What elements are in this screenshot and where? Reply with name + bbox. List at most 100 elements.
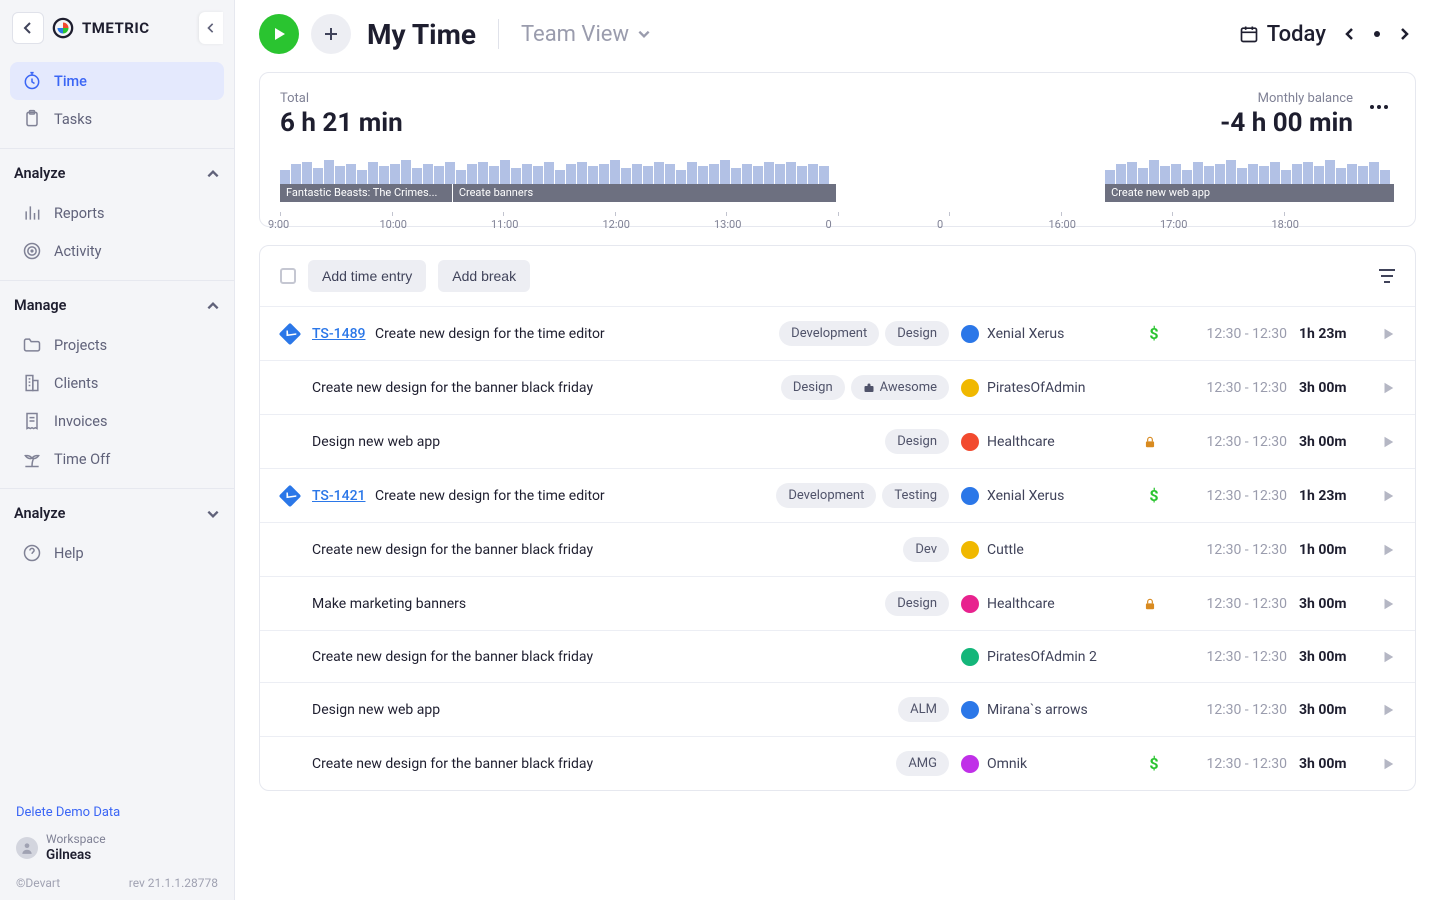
sidebar-item-label: Tasks <box>54 111 92 128</box>
sidebar-item-label: Time <box>54 73 87 90</box>
entry-title: Make marketing banners <box>312 596 466 612</box>
tag[interactable]: Design <box>885 591 949 616</box>
play-entry-button[interactable] <box>1381 381 1395 395</box>
sidebar-item-time[interactable]: Time <box>10 62 224 100</box>
sidebar-item-invoices[interactable]: Invoices <box>10 402 224 440</box>
entry-duration: 3h 00m <box>1299 649 1369 665</box>
entry-duration: 3h 00m <box>1299 434 1369 450</box>
tag[interactable]: Development <box>776 483 876 508</box>
back-button[interactable] <box>12 12 44 44</box>
today-dot-button[interactable] <box>1374 31 1380 37</box>
tag[interactable]: Development <box>779 321 879 346</box>
receipt-icon <box>22 411 42 431</box>
today-button[interactable]: Today <box>1239 22 1326 47</box>
time-entry-row[interactable]: Design new web appDesignHealthcare12:30 … <box>260 414 1415 468</box>
play-entry-button[interactable] <box>1381 757 1395 771</box>
avatar-icon <box>16 837 38 859</box>
project-name: Mirana`s arrows <box>987 702 1088 718</box>
play-entry-button[interactable] <box>1381 489 1395 503</box>
tag[interactable]: Testing <box>882 483 949 508</box>
sidebar-item-clients[interactable]: Clients <box>10 364 224 402</box>
timeline[interactable]: Fantastic Beasts: The Crimes...Create ba… <box>280 156 1395 214</box>
project-dot <box>961 433 979 451</box>
timeline-track[interactable]: Fantastic Beasts: The Crimes... <box>280 184 453 202</box>
ticket-link[interactable]: TS-1421 <box>312 488 365 504</box>
play-entry-button[interactable] <box>1381 703 1395 717</box>
project-dot <box>961 541 979 559</box>
sidebar-item-projects[interactable]: Projects <box>10 326 224 364</box>
workspace-selector[interactable]: Workspace Gilneas <box>16 832 218 864</box>
clipboard-icon <box>22 109 42 129</box>
time-entry-row[interactable]: TS-1421 Create new design for the time e… <box>260 468 1415 522</box>
sidebar-item-tasks[interactable]: Tasks <box>10 100 224 138</box>
section-analyze[interactable]: Analyze <box>0 153 234 188</box>
building-icon <box>22 373 42 393</box>
time-entry-row[interactable]: Create new design for the banner black f… <box>260 360 1415 414</box>
tag[interactable]: Awesome <box>851 375 949 400</box>
total-label: Total <box>280 91 1220 106</box>
add-button[interactable] <box>311 14 351 54</box>
timeline-track[interactable]: Create new web app <box>1105 184 1395 202</box>
sidebar-item-timeoff[interactable]: Time Off <box>10 440 224 478</box>
time-entry-row[interactable]: Design new web appALMMirana`s arrows12:3… <box>260 682 1415 736</box>
tag[interactable]: ALM <box>898 697 949 722</box>
tag[interactable]: AMG <box>896 751 949 776</box>
billable-icon: $ <box>1143 324 1165 343</box>
task-icon <box>279 322 302 345</box>
start-timer-button[interactable] <box>259 14 299 54</box>
team-view-dropdown[interactable]: Team View <box>521 22 651 47</box>
time-entry-row[interactable]: Create new design for the banner black f… <box>260 736 1415 790</box>
play-entry-button[interactable] <box>1381 435 1395 449</box>
sidebar-item-label: Reports <box>54 205 105 222</box>
sidebar-item-activity[interactable]: Activity <box>10 232 224 270</box>
project-name: Xenial Xerus <box>987 326 1064 342</box>
time-entry-row[interactable]: Make marketing bannersDesignHealthcare12… <box>260 576 1415 630</box>
timeline-track[interactable]: Create banners <box>453 184 838 202</box>
balance-value: -4 h 00 min <box>1220 108 1353 138</box>
sidebar-item-label: Clients <box>54 375 98 392</box>
copyright-text: ©Devart <box>16 876 60 890</box>
prev-day-button[interactable] <box>1338 22 1362 46</box>
add-break-button[interactable]: Add break <box>438 260 530 292</box>
entry-duration: 1h 00m <box>1299 542 1369 558</box>
ticket-link[interactable]: TS-1489 <box>312 326 365 342</box>
billable-icon: $ <box>1143 754 1165 773</box>
entries-card: Add time entry Add break TS-1489 Create … <box>259 245 1416 791</box>
select-all-checkbox[interactable] <box>280 268 296 284</box>
next-day-button[interactable] <box>1392 22 1416 46</box>
project-dot <box>961 487 979 505</box>
play-entry-button[interactable] <box>1381 597 1395 611</box>
tag[interactable]: Dev <box>903 537 949 562</box>
page-title: My Time <box>367 18 476 51</box>
sidebar-item-help[interactable]: Help <box>10 534 224 572</box>
tag[interactable]: Design <box>885 321 949 346</box>
tag[interactable]: Design <box>885 429 949 454</box>
entry-duration: 3h 00m <box>1299 380 1369 396</box>
section-analyze-2[interactable]: Analyze <box>0 493 234 528</box>
entry-times: 12:30 - 12:30 <box>1177 756 1287 772</box>
collapse-sidebar-button[interactable] <box>199 12 223 44</box>
time-entry-row[interactable]: Create new design for the banner black f… <box>260 630 1415 682</box>
add-time-entry-button[interactable]: Add time entry <box>308 260 426 292</box>
target-icon <box>22 241 42 261</box>
delete-demo-link[interactable]: Delete Demo Data <box>16 805 218 820</box>
brand-logo[interactable]: TMETRIC <box>52 17 191 39</box>
project-name: Omnik <box>987 756 1027 772</box>
billable-icon <box>1143 597 1165 611</box>
time-entry-row[interactable]: Create new design for the banner black f… <box>260 522 1415 576</box>
time-entry-row[interactable]: TS-1489 Create new design for the time e… <box>260 306 1415 360</box>
task-icon <box>279 484 302 507</box>
sidebar-item-reports[interactable]: Reports <box>10 194 224 232</box>
section-manage[interactable]: Manage <box>0 285 234 320</box>
workspace-label: Workspace <box>46 832 106 847</box>
more-button[interactable] <box>1363 91 1395 123</box>
tag[interactable]: Design <box>781 375 845 400</box>
play-entry-button[interactable] <box>1381 650 1395 664</box>
sidebar-item-label: Time Off <box>54 451 110 468</box>
sort-button[interactable] <box>1379 269 1395 283</box>
entry-times: 12:30 - 12:30 <box>1177 649 1287 665</box>
entry-title: Create new design for the banner black f… <box>312 756 593 772</box>
play-entry-button[interactable] <box>1381 327 1395 341</box>
play-entry-button[interactable] <box>1381 543 1395 557</box>
stopwatch-icon <box>22 71 42 91</box>
